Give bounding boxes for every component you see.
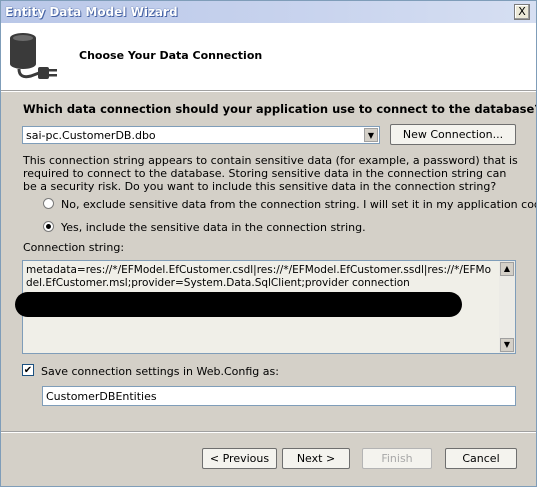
data-connection-value: sai-pc.CustomerDB.dbo [26, 129, 156, 142]
data-connection-select[interactable]: sai-pc.CustomerDB.dbo ▼ [22, 126, 380, 144]
exclude-sensitive-label[interactable]: No, exclude sensitive data from the conn… [61, 198, 536, 211]
wizard-header: Choose Your Data Connection [1, 23, 536, 91]
window-title: Entity Data Model Wizard [5, 5, 178, 19]
redaction-bar [15, 292, 462, 317]
connection-string-text: metadata=res://*/EFModel.EfCustomer.csdl… [26, 264, 492, 289]
cancel-button[interactable]: Cancel [445, 448, 517, 469]
entity-name-input[interactable]: CustomerDBEntities [42, 386, 516, 406]
next-button[interactable]: Next > [282, 448, 350, 469]
scroll-down-icon[interactable]: ▼ [500, 338, 514, 352]
connection-string-label: Connection string: [23, 241, 125, 254]
footer-divider-highlight [1, 432, 536, 433]
chevron-down-icon[interactable]: ▼ [364, 128, 378, 142]
save-settings-checkbox[interactable]: ✔ [22, 364, 34, 376]
title-bar[interactable]: Entity Data Model Wizard X [1, 1, 536, 23]
entity-name-value: CustomerDBEntities [46, 390, 157, 403]
page-heading: Choose Your Data Connection [79, 49, 263, 62]
wizard-window: Entity Data Model Wizard X Choose Your D… [0, 0, 537, 487]
vertical-scrollbar[interactable]: ▲ ▼ [499, 261, 515, 353]
database-plug-icon [10, 33, 57, 79]
new-connection-button[interactable]: New Connection... [390, 124, 516, 145]
include-sensitive-radio[interactable] [43, 221, 54, 232]
save-settings-label[interactable]: Save connection settings in Web.Config a… [41, 365, 279, 378]
close-button[interactable]: X [514, 4, 530, 20]
header-divider [1, 91, 536, 92]
sensitive-data-description: This connection string appears to contai… [23, 154, 518, 193]
connection-question: Which data connection should your applic… [23, 102, 537, 116]
finish-button[interactable]: Finish [362, 448, 432, 469]
include-sensitive-label[interactable]: Yes, include the sensitive data in the c… [61, 221, 366, 234]
scroll-up-icon[interactable]: ▲ [500, 262, 514, 276]
exclude-sensitive-radio[interactable] [43, 198, 54, 209]
previous-button[interactable]: < Previous [202, 448, 277, 469]
